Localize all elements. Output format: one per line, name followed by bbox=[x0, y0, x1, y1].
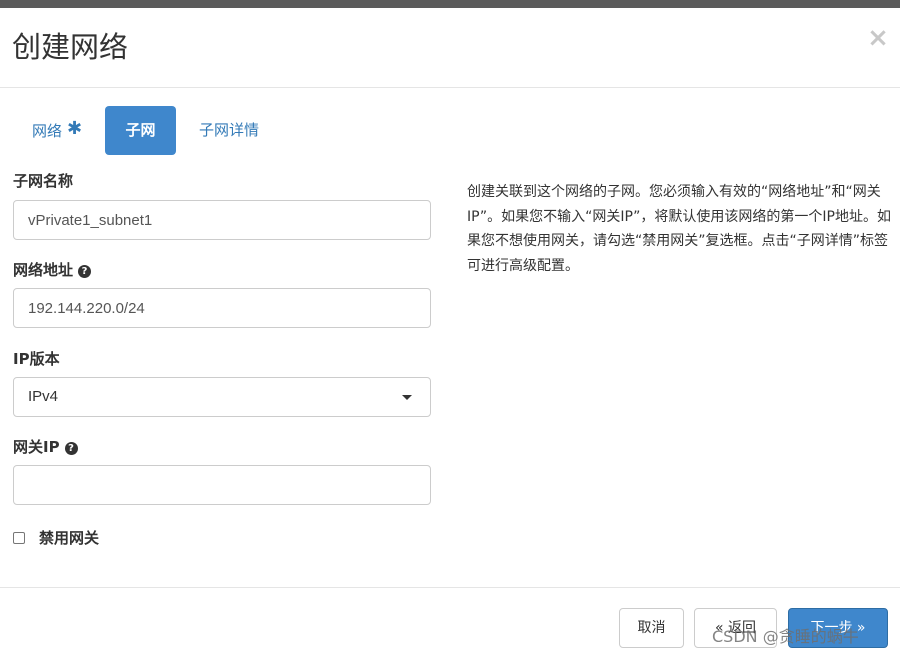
ip-version-label: IP版本 bbox=[13, 349, 60, 369]
disable-gateway-label[interactable]: 禁用网关 bbox=[39, 527, 99, 549]
gateway-ip-input[interactable] bbox=[13, 465, 431, 505]
subnet-name-label-text: 子网名称 bbox=[13, 172, 74, 190]
network-address-input[interactable] bbox=[13, 288, 431, 328]
ip-version-label-text: IP版本 bbox=[13, 350, 60, 368]
back-button[interactable]: « 返回 bbox=[694, 608, 777, 648]
cancel-button[interactable]: 取消 bbox=[619, 608, 684, 648]
ip-version-select[interactable]: IPv4 bbox=[13, 377, 431, 417]
next-button[interactable]: 下一步 » bbox=[788, 608, 888, 648]
question-circle-icon[interactable]: ? bbox=[64, 442, 78, 455]
tab-network-label: 网络 bbox=[32, 122, 63, 140]
gateway-ip-label-text: 网关IP bbox=[13, 438, 60, 456]
tab-subnet[interactable]: 子网 bbox=[105, 106, 176, 155]
tab-subnet-detail-label: 子网详情 bbox=[199, 121, 260, 139]
network-address-label-text: 网络地址 bbox=[13, 261, 74, 279]
close-icon[interactable]: × bbox=[864, 24, 892, 52]
question-circle-icon[interactable]: ? bbox=[78, 265, 92, 278]
network-address-label: 网络地址? bbox=[13, 260, 92, 280]
caret-down-icon bbox=[402, 395, 412, 400]
gateway-ip-label: 网关IP? bbox=[13, 437, 78, 457]
tab-subnet-detail[interactable]: 子网详情 bbox=[187, 106, 277, 155]
ip-version-selected-value: IPv4 bbox=[28, 388, 59, 405]
backdrop-strip bbox=[0, 0, 900, 8]
required-asterisk-icon: ✱ bbox=[67, 118, 83, 139]
modal-header: 创建网络 × bbox=[0, 8, 900, 88]
tab-network[interactable]: 网络 ✱ bbox=[13, 106, 95, 155]
modal-footer: 取消 « 返回 下一步 » bbox=[0, 587, 900, 658]
modal-title: 创建网络 bbox=[12, 30, 129, 64]
subnet-name-input[interactable] bbox=[13, 200, 431, 240]
help-description: 创建关联到这个网络的子网。您必须输入有效的“网络地址”和“网关IP”。如果您不输… bbox=[467, 184, 891, 274]
disable-gateway-checkbox[interactable] bbox=[13, 532, 25, 544]
subnet-name-label: 子网名称 bbox=[13, 171, 73, 191]
tab-subnet-label: 子网 bbox=[125, 121, 156, 139]
